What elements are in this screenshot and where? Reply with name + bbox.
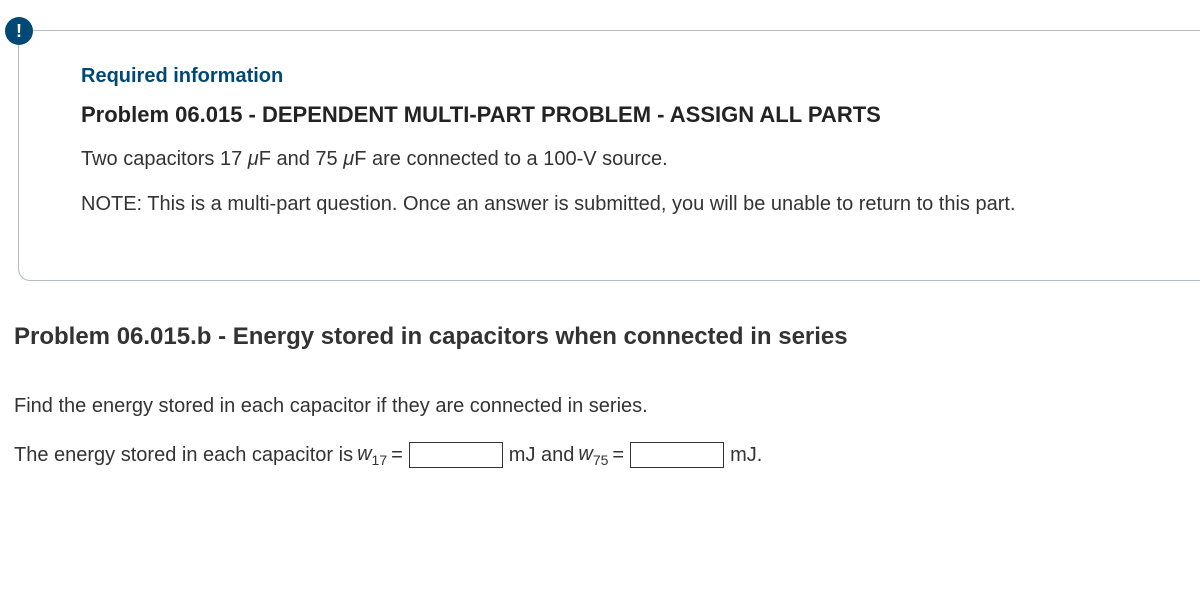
subproblem-title: Problem 06.015.b - Energy stored in capa… (14, 323, 1200, 351)
alert-icon: ! (5, 17, 33, 45)
equals-sign: = (612, 444, 624, 467)
var-subscript: 75 (593, 452, 609, 468)
variable-w75: w75 (578, 443, 608, 468)
var-subscript: 17 (372, 452, 388, 468)
w75-input[interactable] (630, 442, 724, 468)
unit-and-conjunction: mJ and (509, 444, 575, 467)
desc-text: Two capacitors 17 (81, 148, 248, 170)
unit-label: mJ. (730, 444, 762, 467)
var-symbol: w (357, 443, 371, 465)
required-info-panel: ! Required information Problem 06.015 - … (18, 30, 1200, 281)
required-info-label: Required information (81, 65, 1160, 88)
note-text: NOTE: This is a multi-part question. Onc… (81, 193, 1160, 216)
desc-text: F are connected to a 100-V source. (354, 148, 668, 170)
mu-symbol: μ (343, 148, 354, 170)
find-instruction: Find the energy stored in each capacitor… (14, 395, 1200, 418)
answer-line: The energy stored in each capacitor is w… (14, 442, 1200, 468)
problem-description: Two capacitors 17 μF and 75 μF are conne… (81, 148, 1160, 171)
equals-sign: = (391, 444, 403, 467)
variable-w17: w17 (357, 443, 387, 468)
desc-text: F and 75 (259, 148, 344, 170)
w17-input[interactable] (409, 442, 503, 468)
var-symbol: w (578, 443, 592, 465)
subproblem-section: Problem 06.015.b - Energy stored in capa… (14, 323, 1200, 468)
mu-symbol: μ (248, 148, 259, 170)
answer-lead: The energy stored in each capacitor is (14, 444, 353, 467)
problem-title: Problem 06.015 - DEPENDENT MULTI-PART PR… (81, 102, 1160, 128)
